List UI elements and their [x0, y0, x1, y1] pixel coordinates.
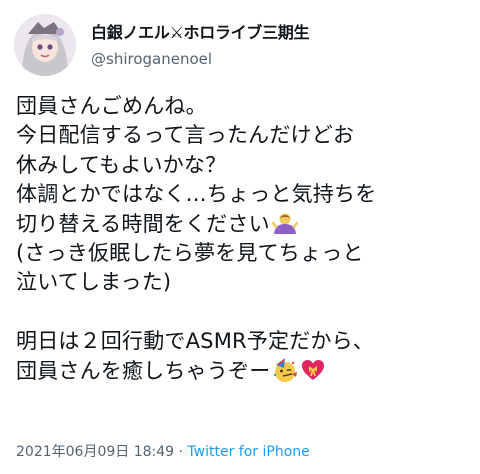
partying-face-emoji-icon — [272, 357, 298, 391]
tweet-metadata: 2021年06月09日 18:49 · Twitter for iPhone — [16, 441, 310, 461]
tweet-line-text: 団員さんを癒しちゃうぞー — [16, 358, 271, 383]
author-handle[interactable]: @shiroganenoel — [91, 50, 212, 68]
tweet-line: 体調とかではなく…ちょっと気持ちを — [16, 182, 377, 207]
tweet-source-link[interactable]: Twitter for iPhone — [187, 444, 309, 460]
tweet-line: 今日配信するって言ったんだけどお — [16, 123, 355, 148]
tweet-line-with-emoji: 切り替える時間をください — [16, 210, 472, 239]
tweet-line-with-emoji: 団員さんを癒しちゃうぞー — [16, 357, 472, 386]
avatar-image — [14, 14, 76, 76]
tweet-line: 団員さんごめんね。 — [16, 94, 207, 118]
avatar[interactable] — [14, 14, 76, 76]
heart-with-ribbon-emoji-icon — [300, 357, 326, 391]
tweet-text: 団員さんごめんね。 今日配信するって言ったんだけどお 休みしてもよいかな？ 体調… — [16, 92, 472, 386]
tweet-line-text: 切り替える時間をください — [16, 211, 270, 236]
tweet-line: 明日は２回行動でASMR予定だから、 — [16, 329, 375, 354]
tweet-timestamp[interactable]: 2021年06月09日 18:49 — [16, 444, 174, 460]
meta-separator: · — [174, 444, 188, 460]
tweet-line: (さっき仮眠したら夢を見てちょっと — [16, 240, 364, 265]
author-display-name[interactable]: 白銀ノエル⚔ホロライブ三期生 — [91, 19, 309, 43]
tweet-line: 泣いてしまった) — [16, 270, 172, 295]
tweet-line: 休みしてもよいかな？ — [16, 152, 227, 177]
